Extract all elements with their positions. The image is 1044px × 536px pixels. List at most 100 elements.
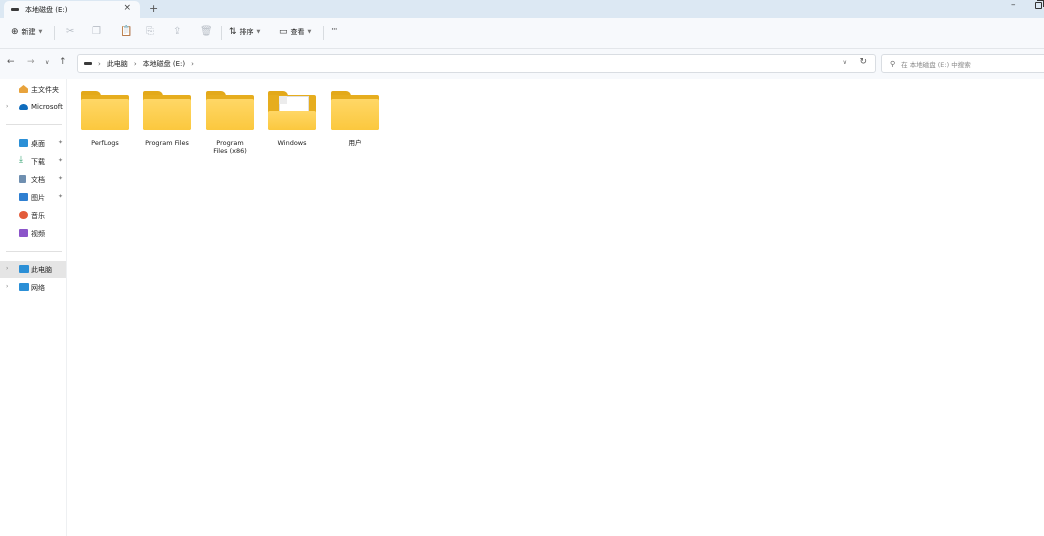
network-icon xyxy=(19,283,29,291)
navigation-pane: 主文件夹 › Microsoft 桌面 ✦ ⤓ 下载 ✦ 文档 ✦ 图片 ✦ 音… xyxy=(0,79,67,536)
chevron-right-icon[interactable]: › xyxy=(6,265,8,272)
onedrive-icon xyxy=(19,104,28,110)
folder-icon xyxy=(81,91,129,130)
this-pc-icon xyxy=(19,265,29,273)
pin-icon: ✦ xyxy=(58,139,64,146)
sidebar-item-onedrive[interactable]: › Microsoft xyxy=(0,99,66,116)
sidebar-item-this-pc[interactable]: › 此电脑 xyxy=(0,261,66,278)
breadcrumb-local-disk-e[interactable]: 本地磁盘 (E:) xyxy=(143,59,185,69)
search-icon: ⚲ xyxy=(890,59,896,68)
sidebar-item-desktop[interactable]: 桌面 ✦ xyxy=(0,135,66,152)
more-icon: ··· xyxy=(331,25,338,35)
paste-icon[interactable]: 📋 xyxy=(120,26,132,37)
sidebar-item-label: 主文件夹 xyxy=(31,86,59,94)
chevron-right-icon: › xyxy=(133,59,137,68)
folder-item-windows[interactable]: Windows xyxy=(261,91,323,161)
folder-name: PerfLogs xyxy=(91,139,119,147)
folder-item-program-files-x86[interactable]: Program Files (x86) xyxy=(199,91,261,161)
delete-icon[interactable]: 🗑 xyxy=(200,26,213,37)
new-label: 新建 xyxy=(21,28,36,36)
sidebar-item-pictures[interactable]: 图片 ✦ xyxy=(0,189,66,206)
pictures-icon xyxy=(19,193,28,201)
copy-icon[interactable]: ❐ xyxy=(92,26,101,37)
chevron-right-icon[interactable]: › xyxy=(191,60,194,68)
chevron-down-icon: ▼ xyxy=(38,29,43,35)
chevron-down-icon: ▼ xyxy=(256,29,261,35)
chevron-right-icon: › xyxy=(98,59,101,68)
folder-item-users[interactable]: 用户 xyxy=(324,91,386,161)
home-icon xyxy=(19,85,28,93)
toolbar-divider xyxy=(221,26,222,40)
sidebar-item-videos[interactable]: 视频 xyxy=(0,225,66,242)
sidebar-item-label: 图片 xyxy=(31,194,45,202)
breadcrumb-this-pc[interactable]: 此电脑 xyxy=(107,59,128,69)
sidebar-divider xyxy=(6,124,62,125)
videos-icon xyxy=(19,229,28,237)
tab-local-disk-e[interactable]: 本地磁盘 (E:) × xyxy=(4,1,140,18)
sort-icon: ⇅ xyxy=(229,27,237,37)
folder-item-program-files[interactable]: Program Files xyxy=(136,91,198,161)
sidebar-item-network[interactable]: › 网络 xyxy=(0,279,66,296)
toolbar-divider xyxy=(54,26,55,40)
address-bar[interactable]: › 此电脑 › 本地磁盘 (E:) › ∨ ↻ xyxy=(77,54,876,73)
search-input[interactable]: ⚲ 在 本地磁盘 (E:) 中搜索 xyxy=(881,54,1044,73)
view-label: 查看 xyxy=(290,28,305,36)
rename-icon[interactable]: ⎘ xyxy=(146,26,154,37)
back-button[interactable]: ← xyxy=(7,57,15,67)
new-button[interactable]: ⊕ 新建 ▼ xyxy=(11,27,42,37)
search-placeholder: 在 本地磁盘 (E:) 中搜索 xyxy=(901,60,971,69)
file-list[interactable]: PerfLogs Program Files Program Files (x8… xyxy=(67,79,1044,536)
tab-title: 本地磁盘 (E:) xyxy=(25,5,68,14)
download-icon: ⤓ xyxy=(19,155,23,165)
folder-name: 用户 xyxy=(348,139,362,147)
sidebar-divider xyxy=(6,251,62,252)
chevron-down-icon: ▼ xyxy=(307,29,312,35)
refresh-icon[interactable]: ↻ xyxy=(859,57,867,67)
plus-circle-icon: ⊕ xyxy=(11,27,19,37)
new-tab-button[interactable]: + xyxy=(149,2,158,15)
sort-button[interactable]: ⇅ 排序 ▼ xyxy=(229,27,260,37)
drive-icon xyxy=(11,8,19,11)
sidebar-item-label: 下载 xyxy=(31,158,45,166)
cut-icon[interactable]: ✂ xyxy=(66,26,74,37)
view-button[interactable]: ▭ 查看 ▼ xyxy=(279,27,311,37)
up-button[interactable]: ↑ xyxy=(59,57,67,67)
chevron-right-icon[interactable]: › xyxy=(6,103,8,110)
folder-name: Program Files xyxy=(145,139,189,147)
minimize-button[interactable]: – xyxy=(1011,0,1016,10)
pin-icon: ✦ xyxy=(58,175,64,182)
desktop-icon xyxy=(19,139,28,147)
recent-locations-button[interactable]: ∨ xyxy=(45,59,49,66)
forward-button[interactable]: → xyxy=(27,57,35,67)
toolbar-divider xyxy=(323,26,324,40)
folder-name: Program Files (x86) xyxy=(213,139,247,155)
sidebar-item-label: 桌面 xyxy=(31,140,45,148)
pin-icon: ✦ xyxy=(58,193,64,200)
folder-icon xyxy=(206,91,254,130)
sidebar-item-documents[interactable]: 文档 ✦ xyxy=(0,171,66,188)
sort-label: 排序 xyxy=(239,28,254,36)
address-row: ← → ∨ ↑ › 此电脑 › 本地磁盘 (E:) › ∨ ↻ ⚲ 在 本地磁盘… xyxy=(0,49,1044,79)
sidebar-item-label: 文档 xyxy=(31,176,45,184)
close-tab-icon[interactable]: × xyxy=(123,3,131,13)
sidebar-item-label: 网络 xyxy=(31,284,45,292)
sidebar-item-label: 此电脑 xyxy=(31,266,52,274)
share-icon[interactable]: ⇪ xyxy=(173,26,181,37)
drive-icon xyxy=(84,62,92,65)
pin-icon: ✦ xyxy=(58,157,64,164)
sidebar-item-music[interactable]: 音乐 xyxy=(0,207,66,224)
folder-with-contents-icon xyxy=(268,91,316,130)
music-icon xyxy=(19,211,28,219)
chevron-right-icon[interactable]: › xyxy=(6,283,8,290)
sidebar-item-downloads[interactable]: ⤓ 下载 ✦ xyxy=(0,153,66,170)
sidebar-item-label: 音乐 xyxy=(31,212,45,220)
view-icon: ▭ xyxy=(279,27,288,37)
restore-button[interactable] xyxy=(1035,0,1044,9)
sidebar-item-label: 视频 xyxy=(31,230,45,238)
more-options-button[interactable]: ··· xyxy=(331,25,338,35)
documents-icon xyxy=(19,175,26,183)
sidebar-item-home[interactable]: 主文件夹 xyxy=(0,81,66,98)
folder-item-perflogs[interactable]: PerfLogs xyxy=(74,91,136,161)
address-history-chevron-icon[interactable]: ∨ xyxy=(843,59,847,66)
tab-bar: 本地磁盘 (E:) × + – xyxy=(0,0,1044,18)
